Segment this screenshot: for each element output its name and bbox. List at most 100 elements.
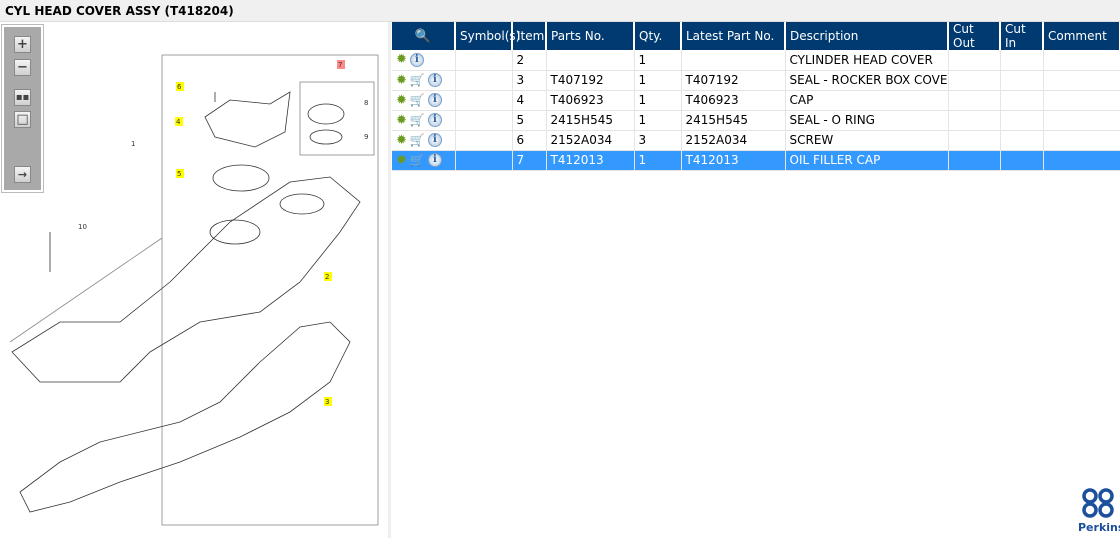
table-row[interactable]: ✹ i 2 1 CYLINDER HEAD COVER [392,50,1120,71]
empty-row [392,530,1120,550]
assembly-frame [161,54,379,526]
callout-8: 8 [364,99,368,107]
callout-10: 10 [78,223,87,231]
row-actions: ✹ 🛒 i [392,150,456,171]
table-row[interactable]: ✹ 🛒 i 6 2152A034 3 2152A034 SCREW [392,130,1120,151]
empty-row [392,350,1120,370]
cap [204,91,291,148]
empty-row [392,330,1120,350]
cart-icon[interactable]: 🛒 [410,113,425,127]
gear-icon[interactable]: ✹ [396,93,407,108]
comment-cell [1043,110,1120,131]
cart-icon[interactable]: 🛒 [410,73,425,87]
page-title: CYL HEAD COVER ASSY (T418204) [5,4,234,18]
cut-in-cell [1000,50,1044,71]
info-icon[interactable]: i [427,133,442,147]
qty-cell: 1 [634,150,682,171]
fit-all-button[interactable]: ▪▪ [14,89,31,106]
info-icon[interactable]: i [427,73,442,87]
description-cell: SCREW [785,130,949,151]
cut-in-cell [1000,110,1044,131]
col-symbols[interactable]: Symbol(s) [455,22,520,50]
o-ring [212,164,270,192]
part-no-cell: 2415H545 [546,110,635,131]
callout-6: 6 [177,83,182,91]
cut-in-cell [1000,90,1044,111]
comment-cell [1043,130,1120,151]
cut-out-cell [948,90,1001,111]
latest-part-cell [681,50,786,71]
row-actions: ✹ 🛒 i [392,110,456,131]
table-row[interactable]: ✹ 🛒 i 3 T407192 1 T407192 SEAL - ROCKER BO… [392,70,1120,91]
table-row[interactable]: ✹ 🛒 i 4 T406923 1 T406923 CAP [392,90,1120,111]
description-cell: SEAL - ROCKER BOX COVER [785,70,949,91]
zoom-in-button[interactable]: + [14,36,31,53]
symbols-cell [455,50,513,71]
table-row[interactable]: ✹ 🛒 i 7 T412013 1 T412013 OIL FILLER CAP [392,150,1120,171]
item-cell: 5 [512,110,547,131]
col-qty[interactable]: Qty. [634,22,682,50]
cart-icon[interactable]: 🛒 [410,153,425,167]
info-icon[interactable]: i [427,153,442,167]
qty-cell: 1 [634,110,682,131]
col-parts-no[interactable]: Parts No. [546,22,635,50]
latest-part-cell: T407192 [681,70,786,91]
symbols-cell [455,150,513,171]
empty-row [392,430,1120,450]
empty-row [392,370,1120,390]
table-row[interactable]: ✹ 🛒 i 5 2415H545 1 2415H545 SEAL - O RING [392,110,1120,131]
info-icon[interactable]: i [409,52,424,67]
gears-icon[interactable]: ✹ [396,153,407,168]
symbols-cell [455,90,513,111]
zoom-out-button[interactable]: − [14,59,31,76]
search-column-button[interactable]: 🔍 [392,22,456,50]
gear-icon[interactable]: ✹ [396,133,407,148]
symbols-cell [455,70,513,91]
part-no-cell [546,50,635,71]
gear-icon[interactable]: ✹ [396,52,407,67]
col-description[interactable]: Description [785,22,949,50]
col-comment[interactable]: Comment [1043,22,1120,50]
latest-part-cell: 2415H545 [681,110,786,131]
empty-row [392,490,1120,510]
gear-icon[interactable]: ✹ [396,113,407,128]
callout-7: 7 [338,61,342,69]
qty-cell: 1 [634,90,682,111]
cut-out-cell [948,130,1001,151]
export-button[interactable]: → [14,166,31,183]
col-cut-out[interactable]: Cut Out [948,22,1001,50]
cart-icon[interactable]: 🛒 [410,93,425,107]
gear-icon[interactable]: ✹ [396,73,407,88]
item-cell: 7 [512,150,547,171]
qty-cell: 3 [634,130,682,151]
col-item[interactable]: Item [512,22,547,50]
cut-out-cell [948,150,1001,171]
info-icon[interactable]: i [427,93,442,107]
part-no-cell: T406923 [546,90,635,111]
col-cut-in[interactable]: Cut In [1000,22,1044,50]
empty-row [392,270,1120,290]
callout-4: 4 [176,118,181,126]
row-actions: ✹ 🛒 i [392,130,456,151]
search-icon: 🔍 [414,28,432,44]
splitter[interactable] [388,22,391,538]
comment-cell [1043,90,1120,111]
latest-part-cell: T412013 [681,150,786,171]
empty-row [392,390,1120,410]
empty-row [392,470,1120,490]
cut-out-cell [948,110,1001,131]
symbols-cell [455,130,513,151]
empty-row [392,410,1120,430]
zoom-window-button[interactable]: □ [14,111,31,128]
info-icon[interactable]: i [427,113,442,127]
cylinder-head-cover [11,176,361,383]
callout-9: 9 [364,133,368,141]
exploded-diagram: 6 4 5 7 8 9 1 10 2 3 [9,54,379,526]
qty-cell: 1 [634,50,682,71]
item-cell: 2 [512,50,547,71]
cart-icon[interactable]: 🛒 [410,133,425,147]
empty-row [392,190,1120,210]
perkins-logo: Perkins [1078,488,1120,534]
item-cell: 4 [512,90,547,111]
col-latest-part[interactable]: Latest Part No. [681,22,786,50]
